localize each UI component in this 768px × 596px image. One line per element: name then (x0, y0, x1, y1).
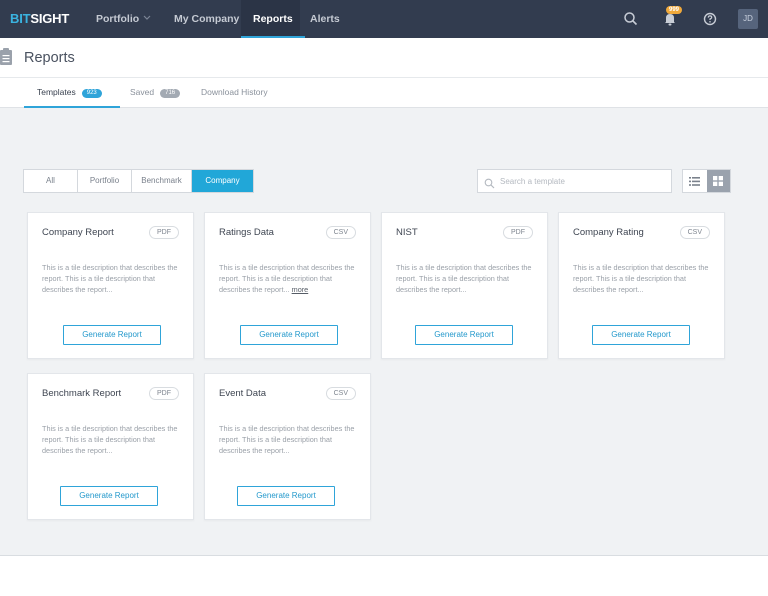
report-card: Ratings Data CSV This is a tile descript… (204, 212, 371, 359)
card-title: Event Data (219, 388, 266, 399)
generate-report-button[interactable]: Generate Report (592, 325, 690, 345)
template-filter-group: All Portfolio Benchmark Company (23, 169, 254, 193)
card-description-text: This is a tile description that describe… (219, 263, 355, 294)
report-card: Event Data CSV This is a tile descriptio… (204, 373, 371, 520)
card-description-text: This is a tile description that describe… (42, 263, 178, 294)
tab-saved[interactable]: Saved 716 (130, 78, 181, 108)
card-title: Company Report (42, 227, 114, 238)
card-description: This is a tile description that describe… (42, 423, 184, 456)
list-view-icon[interactable] (683, 170, 707, 192)
logo-part-sight: SIGHT (30, 11, 70, 26)
card-description-text: This is a tile description that describe… (219, 424, 355, 455)
page-header: Reports (0, 38, 768, 78)
format-badge: PDF (149, 387, 179, 400)
format-badge: PDF (149, 226, 179, 239)
nav-item-reports[interactable]: Reports (241, 0, 305, 38)
report-card: NIST PDF This is a tile description that… (381, 212, 548, 359)
view-toggle (682, 169, 731, 193)
top-nav: BITSIGHT Portfolio My Company Reports Al… (0, 0, 768, 38)
active-tab-indicator (24, 106, 120, 108)
filter-benchmark[interactable]: Benchmark (132, 170, 192, 192)
card-description: This is a tile description that describe… (219, 423, 361, 456)
card-description: This is a tile description that describe… (219, 262, 361, 295)
card-description-text: This is a tile description that describe… (42, 424, 178, 455)
report-card: Benchmark Report PDF This is a tile desc… (27, 373, 194, 520)
card-description: This is a tile description that describe… (396, 262, 538, 295)
card-title: Benchmark Report (42, 388, 122, 399)
card-description-text: This is a tile description that describe… (573, 263, 709, 294)
report-tabs: Templates 923 Saved 716 Download History (0, 78, 768, 108)
card-description: This is a tile description that describe… (573, 262, 715, 295)
page-title: Reports (24, 50, 75, 66)
filter-portfolio[interactable]: Portfolio (78, 170, 132, 192)
tab-templates-count: 923 (81, 89, 102, 98)
nav-item-my-company[interactable]: My Company (174, 0, 239, 38)
more-link[interactable]: more (292, 285, 309, 294)
bitsight-logo[interactable]: BITSIGHT (10, 11, 69, 26)
format-badge: CSV (325, 226, 356, 239)
template-search[interactable] (477, 169, 672, 193)
tab-templates-label: Templates (37, 87, 76, 97)
tab-saved-count: 716 (160, 89, 181, 98)
format-badge: PDF (503, 226, 533, 239)
tab-templates[interactable]: Templates 923 (37, 78, 102, 108)
card-description-text: This is a tile description that describe… (396, 263, 532, 294)
filter-company[interactable]: Company (192, 170, 253, 192)
nav-item-portfolio[interactable]: Portfolio (96, 0, 139, 38)
chevron-down-icon[interactable] (143, 14, 151, 23)
search-icon (484, 176, 495, 194)
generate-report-button[interactable]: Generate Report (415, 325, 513, 345)
logo-part-bit: BIT (10, 11, 31, 26)
generate-report-button[interactable]: Generate Report (240, 325, 338, 345)
generate-report-button[interactable]: Generate Report (63, 325, 161, 345)
card-title: Ratings Data (219, 227, 274, 238)
card-title: NIST (396, 227, 418, 238)
nav-item-alerts[interactable]: Alerts (310, 0, 340, 38)
card-description: This is a tile description that describe… (42, 262, 184, 295)
tab-saved-label: Saved (130, 87, 155, 97)
clipboard-icon (0, 48, 14, 71)
generate-report-button[interactable]: Generate Report (237, 486, 335, 506)
format-badge: CSV (325, 387, 356, 400)
tab-download-history[interactable]: Download History (201, 78, 268, 108)
search-input[interactable] (500, 170, 668, 192)
card-title: Company Rating (573, 227, 644, 238)
grid-view-icon[interactable] (706, 170, 730, 192)
filter-all[interactable]: All (24, 170, 78, 192)
report-card: Company Report PDF This is a tile descri… (27, 212, 194, 359)
notification-badge: 999 (666, 6, 683, 14)
report-card: Company Rating CSV This is a tile descri… (558, 212, 725, 359)
avatar[interactable]: JD (738, 9, 758, 29)
generate-report-button[interactable]: Generate Report (60, 486, 158, 506)
help-icon[interactable] (700, 9, 720, 29)
format-badge: CSV (679, 226, 710, 239)
search-icon[interactable] (621, 9, 641, 29)
